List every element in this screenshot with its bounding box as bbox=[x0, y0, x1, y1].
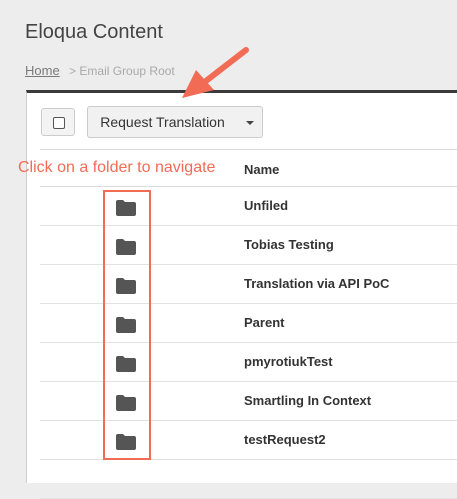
breadcrumb-home-link[interactable]: Home bbox=[25, 63, 60, 78]
folder-name[interactable]: Tobias Testing bbox=[244, 237, 334, 252]
annotation-arrow-icon bbox=[182, 47, 249, 98]
request-translation-button[interactable]: Request Translation bbox=[87, 106, 238, 138]
page-title: Eloqua Content bbox=[25, 21, 163, 43]
annotation-highlight-box bbox=[103, 190, 151, 460]
folder-name[interactable]: Smartling In Context bbox=[244, 393, 371, 408]
breadcrumb-separator: > bbox=[69, 64, 77, 78]
folder-name[interactable]: Unfiled bbox=[244, 198, 288, 213]
request-translation-dropdown-button[interactable] bbox=[237, 106, 263, 138]
folder-name[interactable]: Translation via API PoC bbox=[244, 276, 389, 291]
toolbar-divider bbox=[40, 149, 457, 150]
annotation-text: Click on a folder to navigate bbox=[18, 159, 216, 176]
folder-name[interactable]: Parent bbox=[244, 315, 284, 330]
checkbox-icon bbox=[53, 117, 65, 129]
breadcrumb-current: Email Group Root bbox=[79, 64, 175, 78]
caret-down-icon bbox=[246, 121, 254, 125]
folder-name[interactable]: pmyrotiukTest bbox=[244, 354, 333, 369]
breadcrumb: Home > Email Group Root bbox=[25, 63, 175, 78]
folder-name[interactable]: testRequest2 bbox=[244, 432, 326, 447]
column-header-name[interactable]: Name bbox=[244, 162, 279, 177]
folder-row[interactable] bbox=[40, 460, 457, 499]
select-all-checkbox[interactable] bbox=[41, 108, 75, 136]
